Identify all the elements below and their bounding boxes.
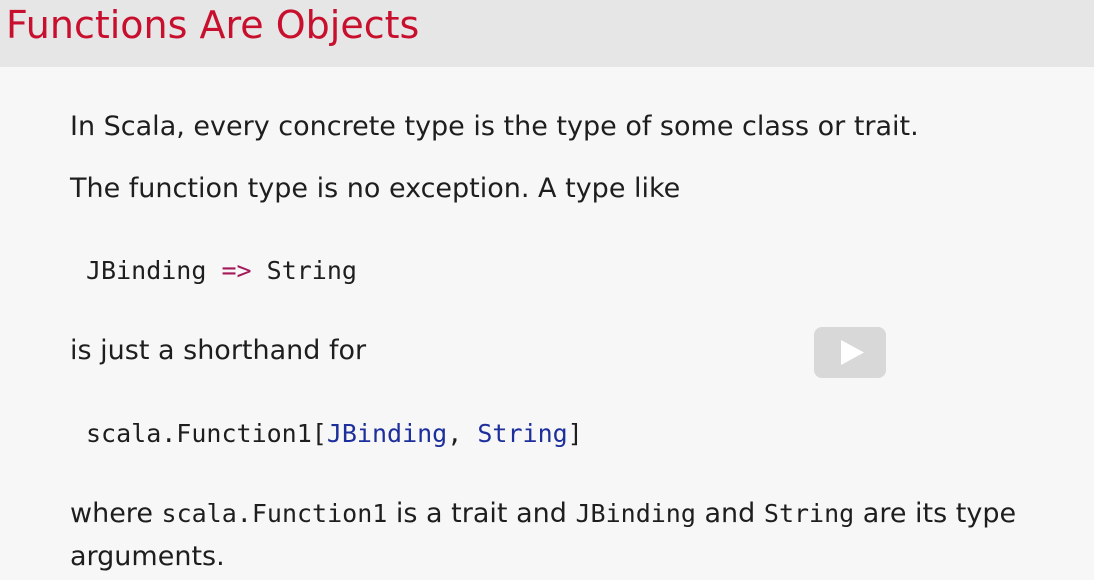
paragraph-scala-types: In Scala, every concrete type is the typ… [70,111,919,142]
code-function1-suffix: ] [567,419,583,448]
paragraph-shorthand: is just a shorthand for [70,335,367,366]
code-function1-prefix: scala.Function1[ [86,419,327,448]
inline-code-jbinding: JBinding [575,499,696,528]
code-type-rhs: String [266,256,357,285]
explanation-text-trait: is a trait and [395,498,567,529]
inline-code-function1: scala.Function1 [161,499,388,528]
inline-code-string: String [763,499,855,528]
paragraph-explanation-line2: arguments. [70,541,225,572]
title-bar: Functions Are Objects [0,0,1094,67]
paragraph-explanation: where scala.Function1 is a trait and JBi… [70,497,1016,531]
code-function1: scala.Function1[JBinding, String] [86,418,583,450]
explanation-word-and: and [704,498,756,529]
explanation-word-where: where [70,498,153,529]
paragraph-function-type: The function type is no exception. A typ… [70,173,681,204]
code-separator: , [447,419,478,448]
code-type-arg-jbinding: JBinding [326,419,448,448]
video-play-button[interactable] [814,327,886,378]
code-function-type: JBinding => String [86,255,357,287]
play-icon [841,340,864,365]
code-arrow: => [221,256,252,285]
explanation-text-type: are its type [862,498,1017,529]
slide-title: Functions Are Objects [6,3,420,47]
code-type-lhs: JBinding [86,256,207,285]
code-type-arg-string: String [477,419,568,448]
